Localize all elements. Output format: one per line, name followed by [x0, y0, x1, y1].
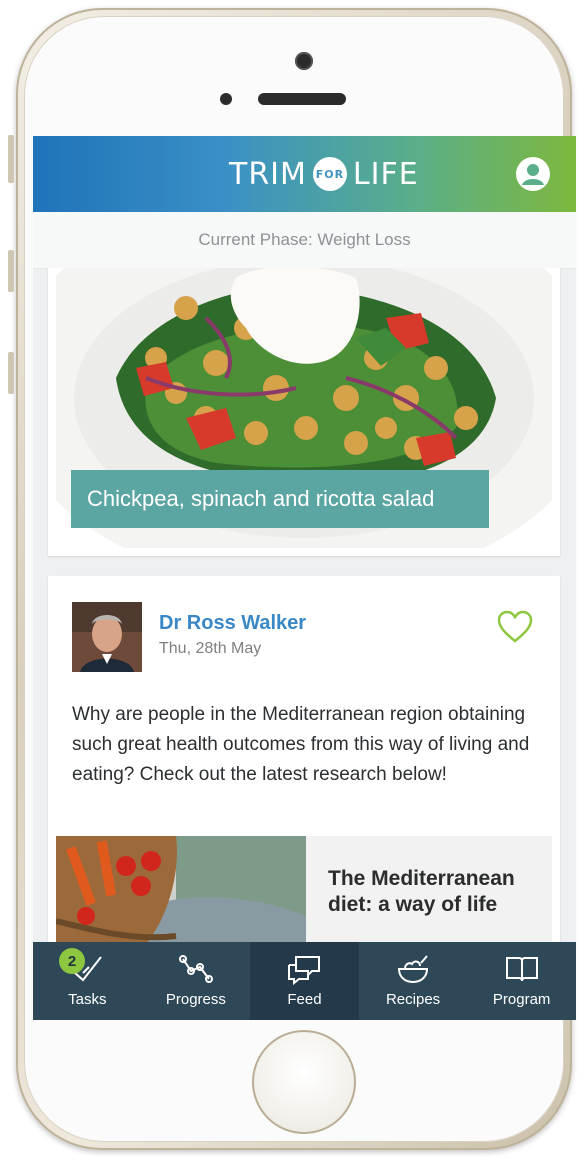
recipe-caption: Chickpea, spinach and ricotta salad	[71, 470, 489, 528]
app-screen: TRIM FOR LIFE Current Phase: Weight Loss	[33, 136, 576, 1020]
volume-down-button	[8, 352, 14, 394]
tab-label-progress: Progress	[165, 991, 226, 1008]
tab-label-feed: Feed	[287, 991, 322, 1008]
post-card[interactable]: Dr Ross Walker Thu, 28th May Why are peo…	[48, 576, 560, 942]
chat-bubbles-icon	[288, 956, 321, 985]
proximity-sensor	[220, 93, 232, 105]
tab-recipes[interactable]: Recipes	[359, 942, 468, 1020]
tab-tasks[interactable]: 2 Tasks	[33, 942, 142, 1020]
tab-program[interactable]: Program	[467, 942, 576, 1020]
article-title[interactable]: The Mediterranean diet: a way of life	[328, 866, 538, 918]
post-date: Thu, 28th May	[159, 640, 262, 657]
logo-word-life: LIFE	[352, 156, 419, 192]
earpiece-speaker	[258, 93, 346, 105]
mute-switch	[8, 135, 14, 183]
tasks-badge: 2	[59, 948, 85, 974]
tab-label-tasks: Tasks	[68, 991, 107, 1008]
post-body: Why are people in the Mediterranean regi…	[72, 704, 530, 785]
feed-list[interactable]: Chickpea, spinach and ricotta salad Dr R…	[33, 268, 576, 942]
logo-word-trim: TRIM	[229, 156, 307, 192]
home-button[interactable]	[252, 1030, 356, 1134]
progress-graph-icon	[178, 955, 213, 983]
volume-up-button	[8, 250, 14, 292]
book-icon	[505, 957, 538, 982]
heart-icon[interactable]	[497, 610, 533, 644]
recipe-card[interactable]: Chickpea, spinach and ricotta salad	[48, 268, 560, 556]
post-author-name[interactable]: Dr Ross Walker	[159, 612, 306, 635]
logo-for-badge: FOR	[312, 157, 347, 191]
front-camera	[295, 52, 313, 70]
profile-icon[interactable]	[515, 156, 551, 192]
app-header: TRIM FOR LIFE	[33, 136, 576, 212]
tab-label-recipes: Recipes	[385, 991, 441, 1008]
app-logo: TRIM FOR LIFE	[229, 154, 419, 194]
author-avatar[interactable]	[72, 602, 142, 672]
tab-progress[interactable]: Progress	[142, 942, 251, 1020]
article-thumbnail	[56, 836, 306, 942]
bottom-tab-bar: 2 Tasks Progress Feed Recipes Program	[33, 942, 576, 1020]
tab-label-program: Program	[492, 991, 551, 1008]
linked-article[interactable]: The Mediterranean diet: a way of life	[56, 836, 552, 942]
bowl-icon	[398, 955, 429, 984]
current-phase-bar: Current Phase: Weight Loss	[33, 212, 576, 269]
tab-feed[interactable]: Feed	[250, 942, 359, 1020]
